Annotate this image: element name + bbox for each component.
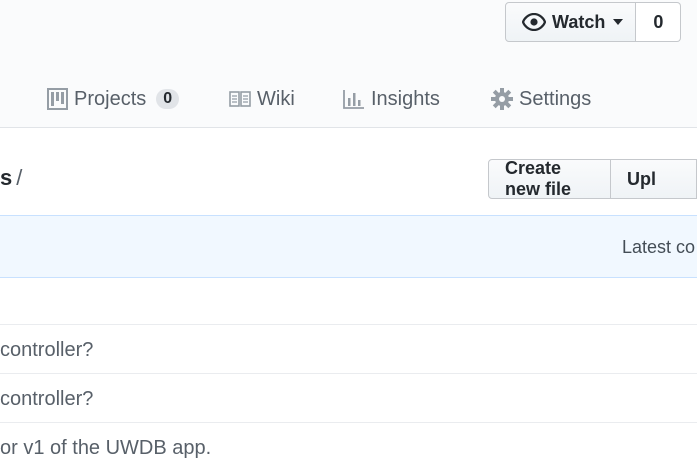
file-row[interactable]: controller? [0, 375, 697, 423]
watch-count[interactable]: 0 [636, 2, 682, 42]
watch-label: Watch [552, 11, 606, 32]
create-new-file-button[interactable]: Create new file [488, 158, 611, 199]
file-row[interactable] [0, 277, 697, 325]
breadcrumb-separator: / [16, 165, 23, 190]
repo-nav: Projects 0 Wiki Insights Settings [0, 84, 697, 114]
tab-insights-label: Insights [371, 87, 440, 110]
tab-wiki-label: Wiki [257, 87, 295, 110]
gear-icon [491, 88, 513, 110]
breadcrumb-repo-link[interactable]: s [0, 165, 12, 190]
watch-button[interactable]: Watch [505, 2, 637, 42]
eye-icon [522, 13, 546, 31]
tab-insights[interactable]: Insights [343, 84, 440, 114]
tab-projects-label: Projects [74, 87, 147, 110]
tab-settings[interactable]: Settings [491, 84, 591, 114]
file-row[interactable]: controller? [0, 326, 697, 374]
tab-settings-label: Settings [519, 87, 592, 110]
graph-icon [343, 89, 365, 109]
commit-message[interactable]: or v1 of the UWDB app. [0, 437, 211, 460]
tab-wiki[interactable]: Wiki [229, 84, 295, 114]
commit-message[interactable]: controller? [0, 339, 93, 362]
latest-commit-bar: Latest co [0, 215, 697, 278]
file-row[interactable]: or v1 of the UWDB app. [0, 424, 697, 472]
breadcrumb: s / [0, 165, 22, 191]
watch-button-group: Watch 0 [505, 2, 682, 42]
projects-counter: 0 [156, 89, 180, 109]
commit-message[interactable]: controller? [0, 388, 93, 411]
chevron-down-icon [613, 19, 624, 25]
project-icon [47, 88, 68, 110]
upload-files-button[interactable]: Upl [611, 159, 697, 199]
file-actions: Create new file Upl [488, 158, 697, 199]
book-icon [229, 90, 251, 108]
latest-commit-label: Latest co [622, 237, 696, 257]
tab-projects[interactable]: Projects 0 [47, 84, 180, 114]
